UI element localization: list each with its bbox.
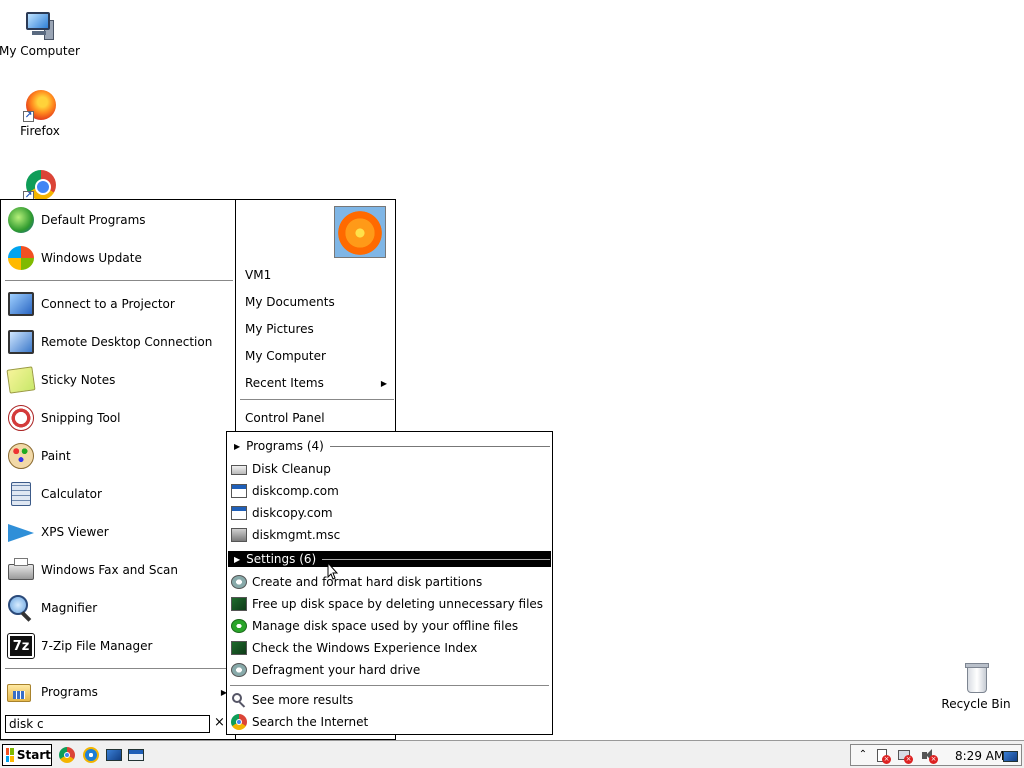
projector-icon <box>5 288 37 320</box>
start-item-windows-update[interactable]: Windows Update <box>5 240 231 276</box>
volume-muted-icon[interactable]: × <box>921 748 938 764</box>
disk-management-icon <box>231 527 247 543</box>
start-item-calculator[interactable]: Calculator <box>5 476 231 512</box>
start-search-input[interactable]: disk c <box>5 715 210 733</box>
calculator-icon <box>5 478 37 510</box>
fax-icon <box>5 554 37 586</box>
search-icon <box>231 692 247 708</box>
computer-icon <box>22 8 56 42</box>
ie-icon[interactable] <box>82 746 100 764</box>
7zip-icon: 7z <box>5 630 37 662</box>
mouse-cursor-icon <box>327 561 339 580</box>
show-hidden-icons[interactable]: ⌃ <box>855 748 871 764</box>
settings-gear-icon <box>231 574 247 590</box>
control-panel-link[interactable]: Control Panel <box>245 411 325 425</box>
xps-viewer-icon <box>5 516 37 548</box>
settings-category-header[interactable]: ▶ Settings (6) <box>228 551 551 567</box>
sync-green-icon <box>231 618 247 634</box>
recent-items-link[interactable]: Recent Items <box>245 376 324 390</box>
sticky-notes-icon <box>5 364 37 396</box>
desktop-icon-label: Recycle Bin <box>941 697 1011 711</box>
chrome-icon <box>231 714 247 730</box>
programs-folder-icon <box>5 681 33 703</box>
system-tray: ⌃ × × × 8:29 AM <box>850 744 1022 766</box>
user-avatar-icon[interactable] <box>334 206 386 258</box>
remote-desktop-icon <box>5 326 37 358</box>
clear-search-button[interactable]: × <box>214 716 225 730</box>
start-item-7zip[interactable]: 7z 7-Zip File Manager <box>5 628 231 664</box>
start-item-snipping-tool[interactable]: Snipping Tool <box>5 400 231 436</box>
firefox-icon: ↗ <box>23 88 57 122</box>
start-item-paint[interactable]: Paint <box>5 438 231 474</box>
recycle-bin-icon <box>959 661 993 695</box>
paint-palette-icon <box>5 440 37 472</box>
start-item-xps-viewer[interactable]: XPS Viewer <box>5 514 231 550</box>
right-pane-separator <box>240 399 394 401</box>
start-button[interactable]: Start <box>2 744 52 766</box>
scissors-icon <box>5 402 37 434</box>
search-internet-link[interactable]: Search the Internet <box>231 712 549 732</box>
windows-update-icon <box>5 242 37 274</box>
result-create-format-partitions[interactable]: Create and format hard disk partitions <box>231 572 549 592</box>
disk-cleanup-icon <box>231 461 247 477</box>
monitor-settings-icon <box>231 640 247 656</box>
app-window-icon <box>231 483 247 499</box>
start-item-fax-scan[interactable]: Windows Fax and Scan <box>5 552 231 588</box>
all-programs-button[interactable]: Programs ▶ <box>5 680 231 704</box>
result-disk-cleanup[interactable]: Disk Cleanup <box>231 459 549 479</box>
programs-separator <box>5 668 233 670</box>
show-desktop-icon[interactable] <box>105 746 123 764</box>
network-icon[interactable]: × <box>897 748 913 764</box>
window-switch-icon[interactable] <box>127 746 145 764</box>
start-item-magnifier[interactable]: Magnifier <box>5 590 231 626</box>
result-windows-experience-index[interactable]: Check the Windows Experience Index <box>231 638 549 658</box>
start-item-remote-desktop[interactable]: Remote Desktop Connection <box>5 324 231 360</box>
results-separator <box>230 685 549 687</box>
action-center-icon[interactable]: × <box>875 748 891 764</box>
desktop-icon-recycle-bin[interactable]: Recycle Bin <box>936 661 1016 711</box>
result-manage-offline-files[interactable]: Manage disk space used by your offline f… <box>231 616 549 636</box>
my-pictures-link[interactable]: My Pictures <box>245 322 314 336</box>
my-computer-link[interactable]: My Computer <box>245 349 326 363</box>
programs-category-header[interactable]: ▶ Programs (4) <box>228 438 551 454</box>
magnifier-icon <box>5 592 37 624</box>
expand-triangle-icon: ▶ <box>234 441 241 451</box>
desktop-icon-label: My Computer <box>0 44 80 58</box>
desktop-icon-my-computer[interactable]: My Computer <box>0 8 80 58</box>
search-results-panel: ▶ Programs (4) Disk Cleanup diskcomp.com… <box>226 431 553 735</box>
expand-triangle-icon: ▶ <box>234 554 241 564</box>
result-diskcomp[interactable]: diskcomp.com <box>231 481 549 501</box>
start-item-sticky-notes[interactable]: Sticky Notes <box>5 362 231 398</box>
chevron-right-icon: ▶ <box>380 379 387 388</box>
result-diskmgmt[interactable]: diskmgmt.msc <box>231 525 549 545</box>
desktop-icon-firefox[interactable]: ↗ Firefox <box>0 88 80 138</box>
start-menu-left-pane: Default Programs Windows Update Connect … <box>1 200 235 739</box>
see-more-results-link[interactable]: See more results <box>231 690 549 710</box>
start-item-projector[interactable]: Connect to a Projector <box>5 286 231 322</box>
app-window-icon <box>231 505 247 521</box>
pinned-separator <box>5 280 233 282</box>
my-documents-link[interactable]: My Documents <box>245 295 335 309</box>
monitor-settings-icon <box>231 596 247 612</box>
result-defragment[interactable]: Defragment your hard drive <box>231 660 549 680</box>
settings-gear-icon <box>231 662 247 678</box>
result-free-up-disk-space[interactable]: Free up disk space by deleting unnecessa… <box>231 594 549 614</box>
windows-logo-icon <box>6 748 14 762</box>
desktop-icon-label: Firefox <box>20 124 60 138</box>
chrome-icon: ↗ <box>23 168 57 202</box>
taskbar: Start ⌃ × × × 8:29 AM <box>0 740 1024 768</box>
user-name-link[interactable]: VM1 <box>245 268 271 282</box>
result-diskcopy[interactable]: diskcopy.com <box>231 503 549 523</box>
chrome-icon[interactable] <box>58 746 76 764</box>
taskbar-clock[interactable]: 8:29 AM <box>955 749 1004 763</box>
start-item-default-programs[interactable]: Default Programs <box>5 202 231 238</box>
show-desktop-corner-icon[interactable] <box>1003 748 1019 764</box>
default-programs-icon <box>5 204 37 236</box>
